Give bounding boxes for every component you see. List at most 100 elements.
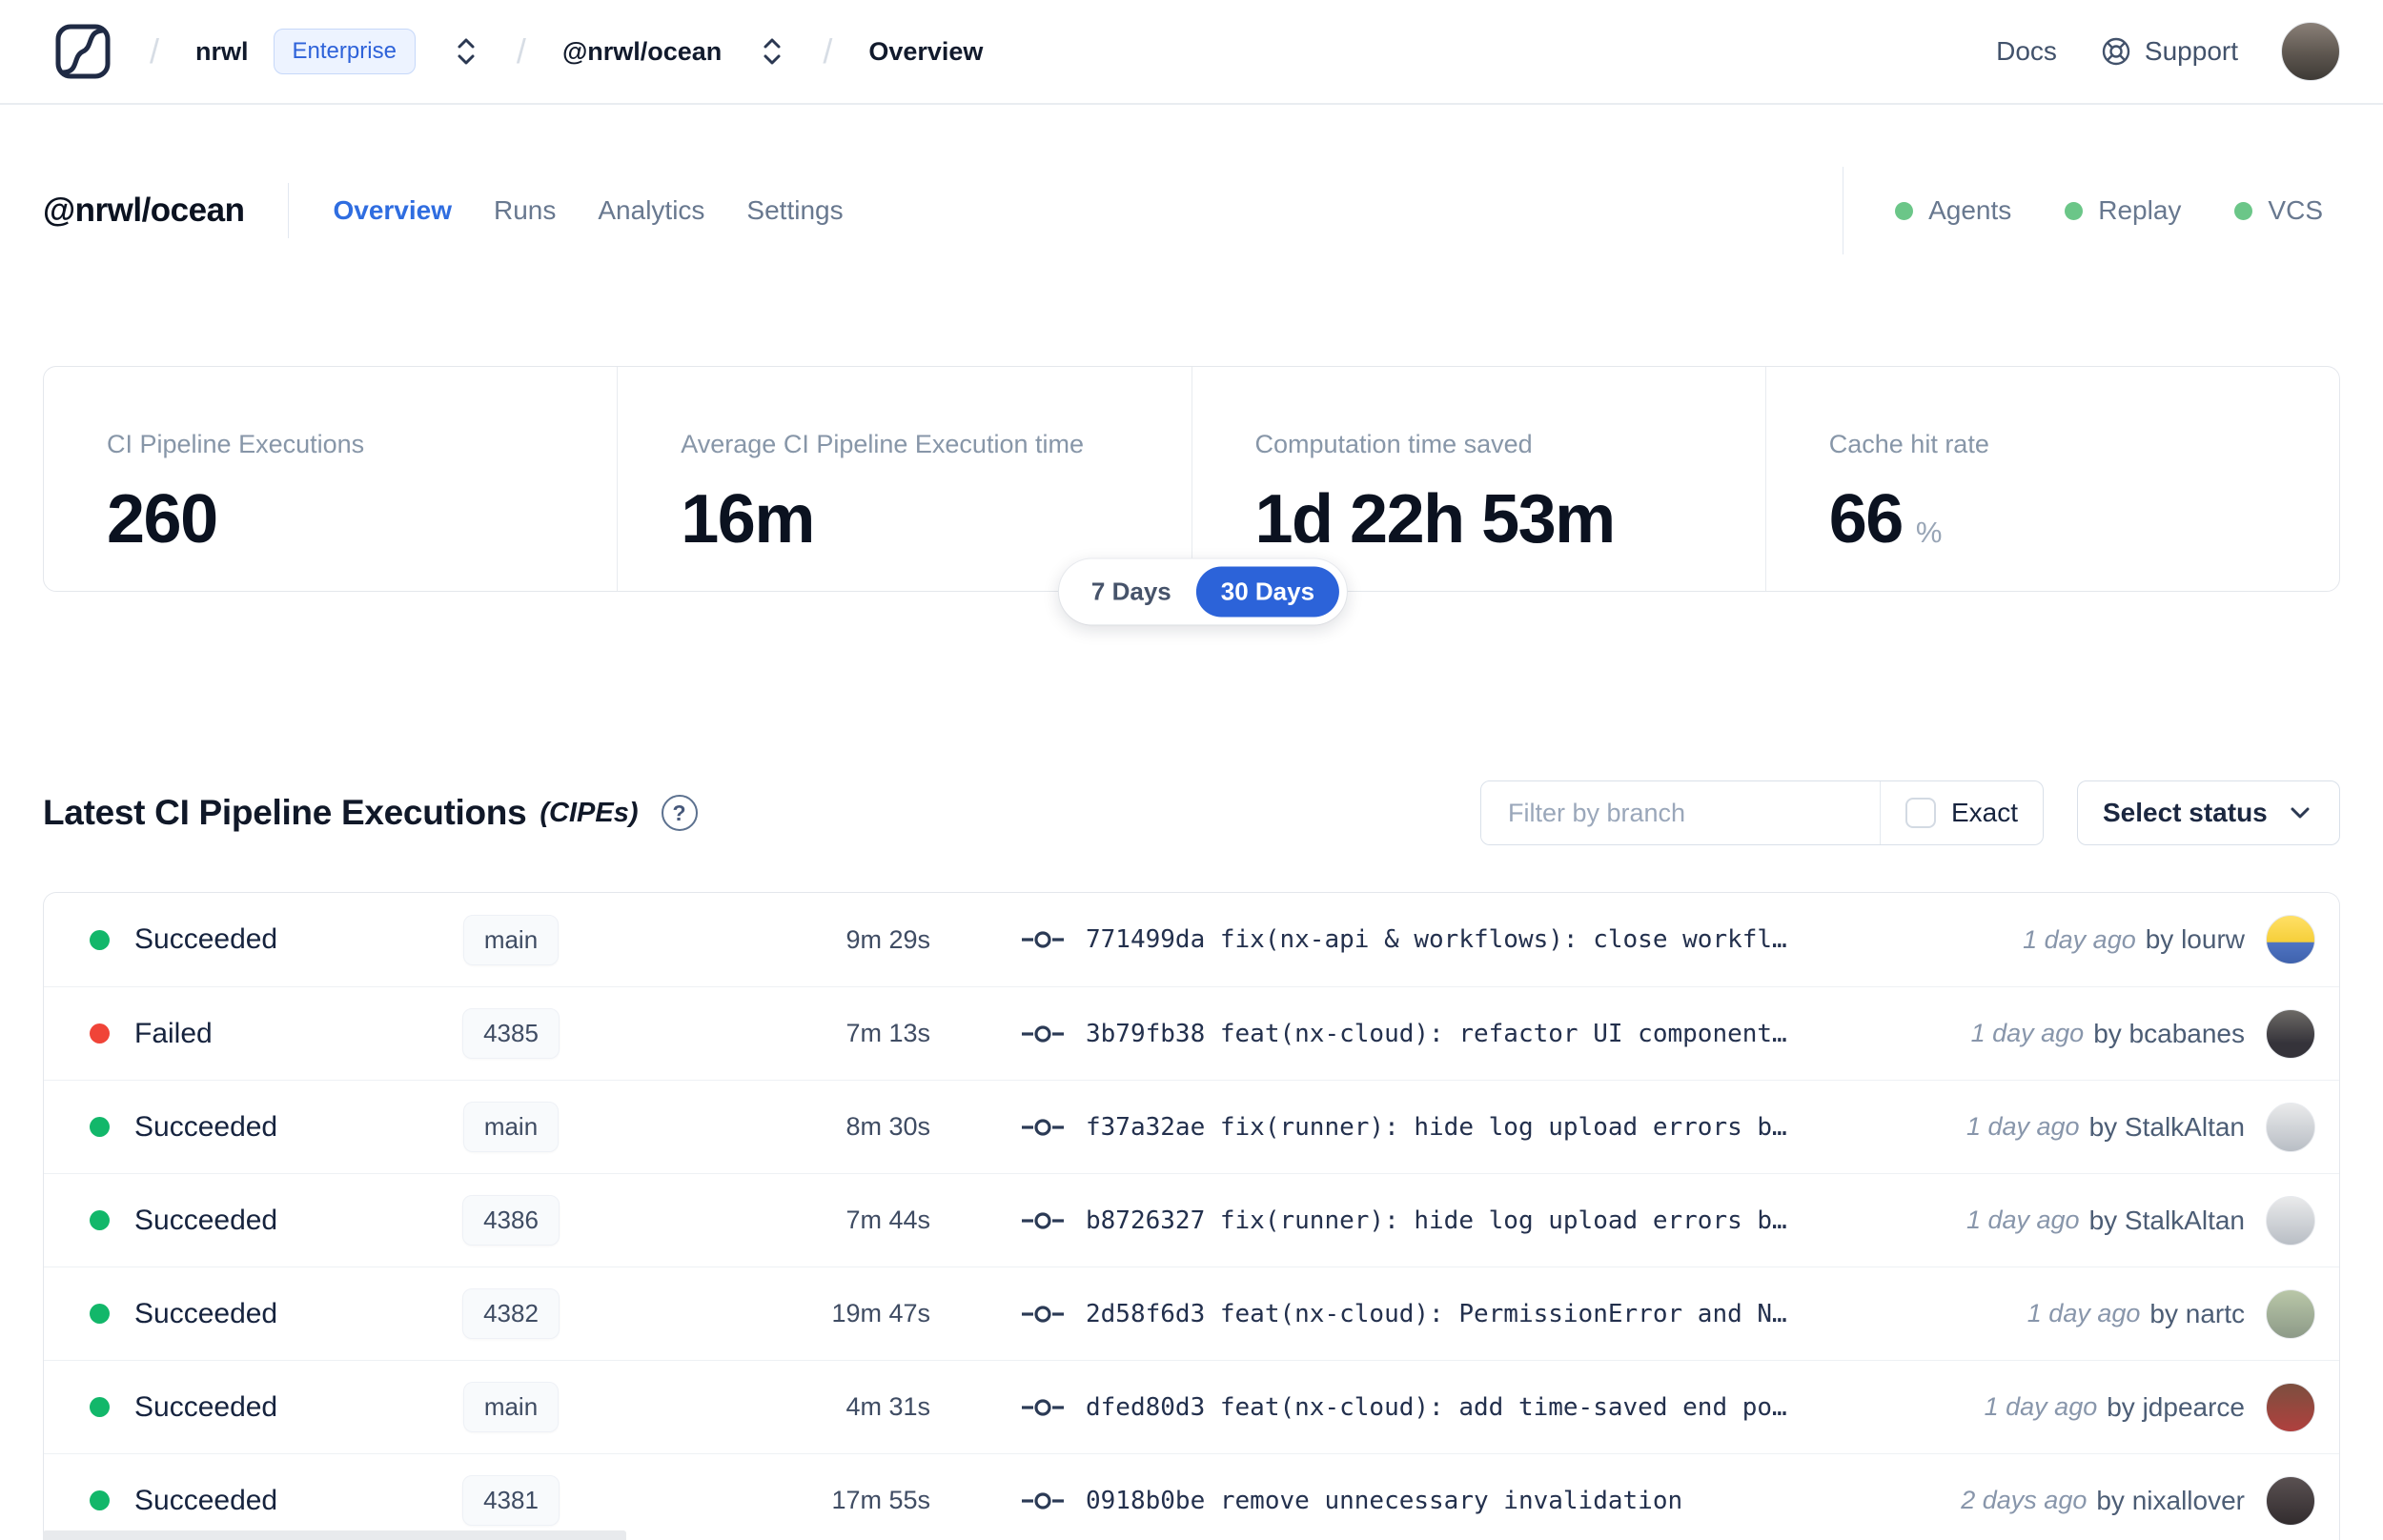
status-dot [90,1117,110,1137]
commit-message[interactable]: 771499da fix(nx-api & workflows): close … [1086,925,1787,954]
tab-analytics[interactable]: Analytics [598,195,704,226]
feature-status-indicators: Agents Replay VCS [1895,195,2340,226]
author-label: by nixallover [2096,1485,2245,1515]
author-avatar [2266,915,2315,964]
breadcrumb-separator: / [150,31,160,71]
breadcrumb-workspace[interactable]: @nrwl/ocean [562,37,722,67]
author-avatar [2266,1382,2315,1432]
time-ago: 1 day ago [1965,1206,2080,1234]
time-ago: 1 day ago [1965,1112,2080,1141]
branch-badge: 4385 [462,1008,560,1059]
tab-settings[interactable]: Settings [746,195,843,226]
author-avatar [2266,1195,2315,1246]
author-avatar [2266,1288,2315,1339]
green-status-dot [2065,201,2084,220]
branch-badge: main [462,1382,560,1432]
range-30-days-button[interactable]: 30 Days [1195,566,1340,618]
status-select-dropdown[interactable]: Select status [2077,780,2340,845]
workspace-tabs: Overview Runs Analytics Settings [333,195,843,226]
stats-card-row: CI Pipeline Executions 260 Average CI Pi… [43,366,2340,592]
exact-checkbox[interactable] [1904,798,1936,828]
time-ago: 1 day ago [1970,1019,2085,1047]
author-avatar [2266,1475,2315,1526]
branch-badge: main [462,1102,560,1152]
git-commit-icon [1021,1489,1065,1513]
user-avatar[interactable] [2281,22,2340,81]
git-commit-icon [1021,1302,1065,1327]
time-ago: 1 day ago [2023,924,2136,954]
tab-runs[interactable]: Runs [494,195,556,226]
docs-link[interactable]: Docs [1996,36,2057,67]
time-ago: 1 day ago [2027,1299,2141,1327]
cipe-row[interactable]: Succeeded main 9m 29s 771499da fix(nx-ap… [44,893,2339,986]
cipe-row[interactable]: Succeeded 4381 17m 55s 0918b0be remove u… [44,1453,2339,1540]
tab-overview[interactable]: Overview [333,195,452,226]
stat-cache-hit-rate: Cache hit rate 66% [1764,367,2339,591]
workspace-header: @nrwl/ocean Overview Runs Analytics Sett… [0,167,2383,254]
cipe-row[interactable]: Succeeded 4386 7m 44s b8726327 fix(runne… [44,1173,2339,1266]
cipe-row[interactable]: Succeeded main 4m 31s dfed80d3 feat(nx-c… [44,1360,2339,1453]
indicator-replay: Replay [2065,195,2181,226]
branch-filter-input[interactable] [1480,781,1880,844]
commit-message[interactable]: 3b79fb38 feat(nx-cloud): refactor UI com… [1086,1020,1787,1048]
green-status-dot [2234,201,2253,220]
duration-label: 9m 29s [845,924,930,954]
author-label: by jdpearce [2107,1391,2245,1422]
author-avatar [2266,1008,2315,1059]
commit-message[interactable]: dfed80d3 feat(nx-cloud): add time-saved … [1086,1393,1787,1422]
green-status-dot [1895,201,1914,220]
commit-message[interactable]: b8726327 fix(runner): hide log upload er… [1086,1206,1787,1235]
breadcrumb-page: Overview [868,36,984,66]
author-label: by nartc [2149,1298,2245,1328]
status-dot [90,1304,110,1324]
cipe-section-header: Latest CI Pipeline Executions (CIPEs) ? … [43,780,2340,845]
branch-badge: 4382 [462,1288,560,1339]
cipe-row[interactable]: Succeeded main 8m 30s f37a32ae fix(runne… [44,1080,2339,1173]
status-dot [90,1210,110,1230]
cipe-row[interactable]: Failed 4385 7m 13s 3b79fb38 feat(nx-clou… [44,986,2339,1080]
range-7-days-button[interactable]: 7 Days [1067,567,1196,618]
duration-label: 8m 30s [845,1112,930,1141]
git-commit-icon [1021,1395,1065,1420]
status-label: Succeeded [134,1204,278,1236]
git-commit-icon [1021,1208,1065,1233]
commit-message[interactable]: 0918b0be remove unnecessary invalidation [1086,1487,1682,1515]
status-dot [90,1023,110,1044]
status-dot [90,1397,110,1417]
next-row-peek [43,1530,626,1540]
help-icon[interactable]: ? [661,795,698,831]
author-label: by bcabanes [2093,1018,2245,1048]
status-label: Succeeded [134,1484,278,1516]
branch-filter-group: Exact [1479,780,2044,845]
lifebuoy-icon [2100,35,2132,68]
commit-message[interactable]: f37a32ae fix(runner): hide log upload er… [1086,1113,1787,1142]
cipe-row[interactable]: Succeeded 4382 19m 47s 2d58f6d3 feat(nx-… [44,1266,2339,1360]
branch-badge: 4386 [462,1195,560,1246]
commit-message[interactable]: 2d58f6d3 feat(nx-cloud): PermissionError… [1086,1300,1787,1328]
duration-label: 17m 55s [831,1486,930,1514]
workspace-switcher-icon[interactable] [758,32,786,71]
branch-badge: 4381 [462,1475,560,1526]
status-label: Succeeded [134,1110,278,1143]
divider [288,183,290,238]
duration-label: 7m 44s [845,1206,930,1234]
stats-section: CI Pipeline Executions 260 Average CI Pi… [43,366,2340,625]
status-label: Failed [134,1017,213,1049]
support-link[interactable]: Support [2100,35,2238,68]
duration-label: 7m 13s [845,1019,930,1047]
git-commit-icon [1021,1115,1065,1140]
chevron-down-icon [2286,803,2314,822]
nx-cloud-logo-icon[interactable] [52,21,113,82]
stat-average-execution-time: Average CI Pipeline Execution time 16m [617,367,1191,591]
git-commit-icon [1021,1022,1065,1046]
time-ago: 2 days ago [1961,1486,2088,1514]
nx-cloud-app: / nrwl Enterprise / @nrwl/ocean / Overvi… [0,0,2383,1540]
breadcrumb-org[interactable]: nrwl [195,37,249,67]
org-switcher-icon[interactable] [452,32,480,71]
indicator-vcs: VCS [2234,195,2323,226]
stat-computation-time-saved: Computation time saved 1d 22h 53m [1191,367,1765,591]
status-label: Succeeded [134,1390,278,1423]
author-avatar [2266,1102,2315,1152]
time-ago: 1 day ago [1984,1392,2098,1421]
top-navbar: / nrwl Enterprise / @nrwl/ocean / Overvi… [0,0,2383,105]
